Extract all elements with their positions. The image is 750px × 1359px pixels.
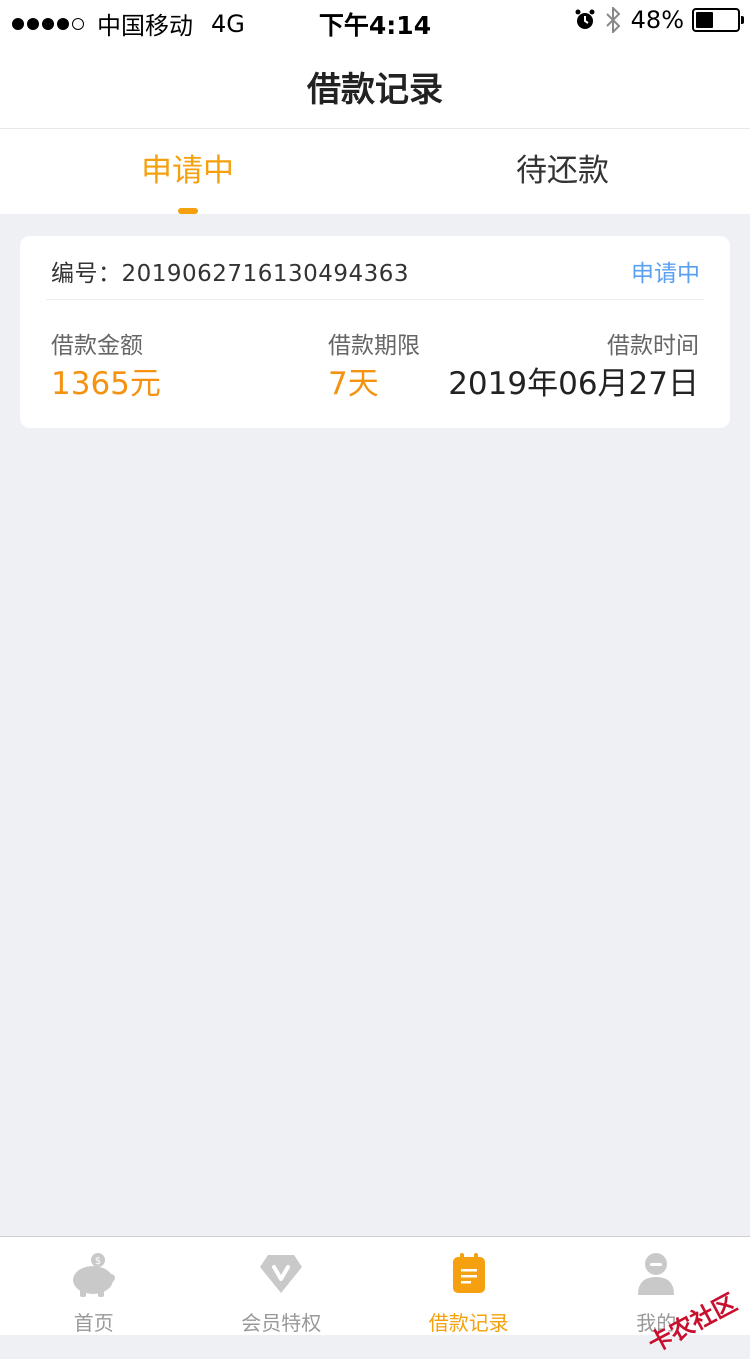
record-tabs: 申请中 待还款 (0, 129, 750, 214)
loan-record-card[interactable]: 编号：2019062716130494363 申请中 借款金额 1365元 借款… (20, 236, 730, 428)
term-value: 7天 (328, 358, 379, 403)
tab-applying[interactable]: 申请中 (0, 129, 375, 214)
battery-percent: 48% (631, 6, 684, 34)
notepad-icon (451, 1251, 487, 1295)
tab-pending-repayment[interactable]: 待还款 (375, 129, 750, 214)
status-right: 48% (575, 6, 740, 34)
amount-value: 1365元 (51, 358, 161, 403)
battery-icon (692, 8, 740, 32)
tab-indicator (178, 208, 198, 214)
svg-text:$: $ (95, 1256, 101, 1267)
status-badge: 申请中 (631, 254, 700, 288)
order-number: 编号：2019062716130494363 (51, 254, 409, 288)
tabbar-item-records[interactable]: 借款记录 (375, 1237, 563, 1335)
time-label: 借款时间 (607, 326, 699, 360)
alarm-icon (575, 9, 595, 31)
diamond-icon (258, 1251, 304, 1295)
navigation-bar: 借款记录 (0, 40, 750, 129)
page-title: 借款记录 (0, 62, 750, 111)
term-label: 借款期限 (328, 326, 420, 360)
time-value: 2019年06月27日 (448, 358, 699, 403)
tab-applying-label: 申请中 (141, 153, 234, 189)
tabbar-item-home[interactable]: $ 首页 (0, 1237, 188, 1335)
bluetooth-icon (605, 7, 621, 33)
piggy-bank-icon: $ (69, 1251, 119, 1299)
status-bar: 中国移动 4G 下午4:14 48% (0, 0, 750, 40)
user-icon (635, 1251, 677, 1297)
tabbar-label-vip: 会员特权 (188, 1307, 376, 1336)
amount-label: 借款金额 (51, 326, 143, 360)
tabbar-item-vip[interactable]: 会员特权 (188, 1237, 376, 1335)
tabbar-label-records: 借款记录 (375, 1307, 563, 1336)
tab-pending-repayment-label: 待还款 (516, 153, 609, 189)
card-header: 编号：2019062716130494363 申请中 (46, 236, 704, 300)
tabbar-label-home: 首页 (0, 1307, 188, 1336)
bottom-tab-bar: $ 首页 会员特权 借款记录 我的 (0, 1236, 750, 1335)
